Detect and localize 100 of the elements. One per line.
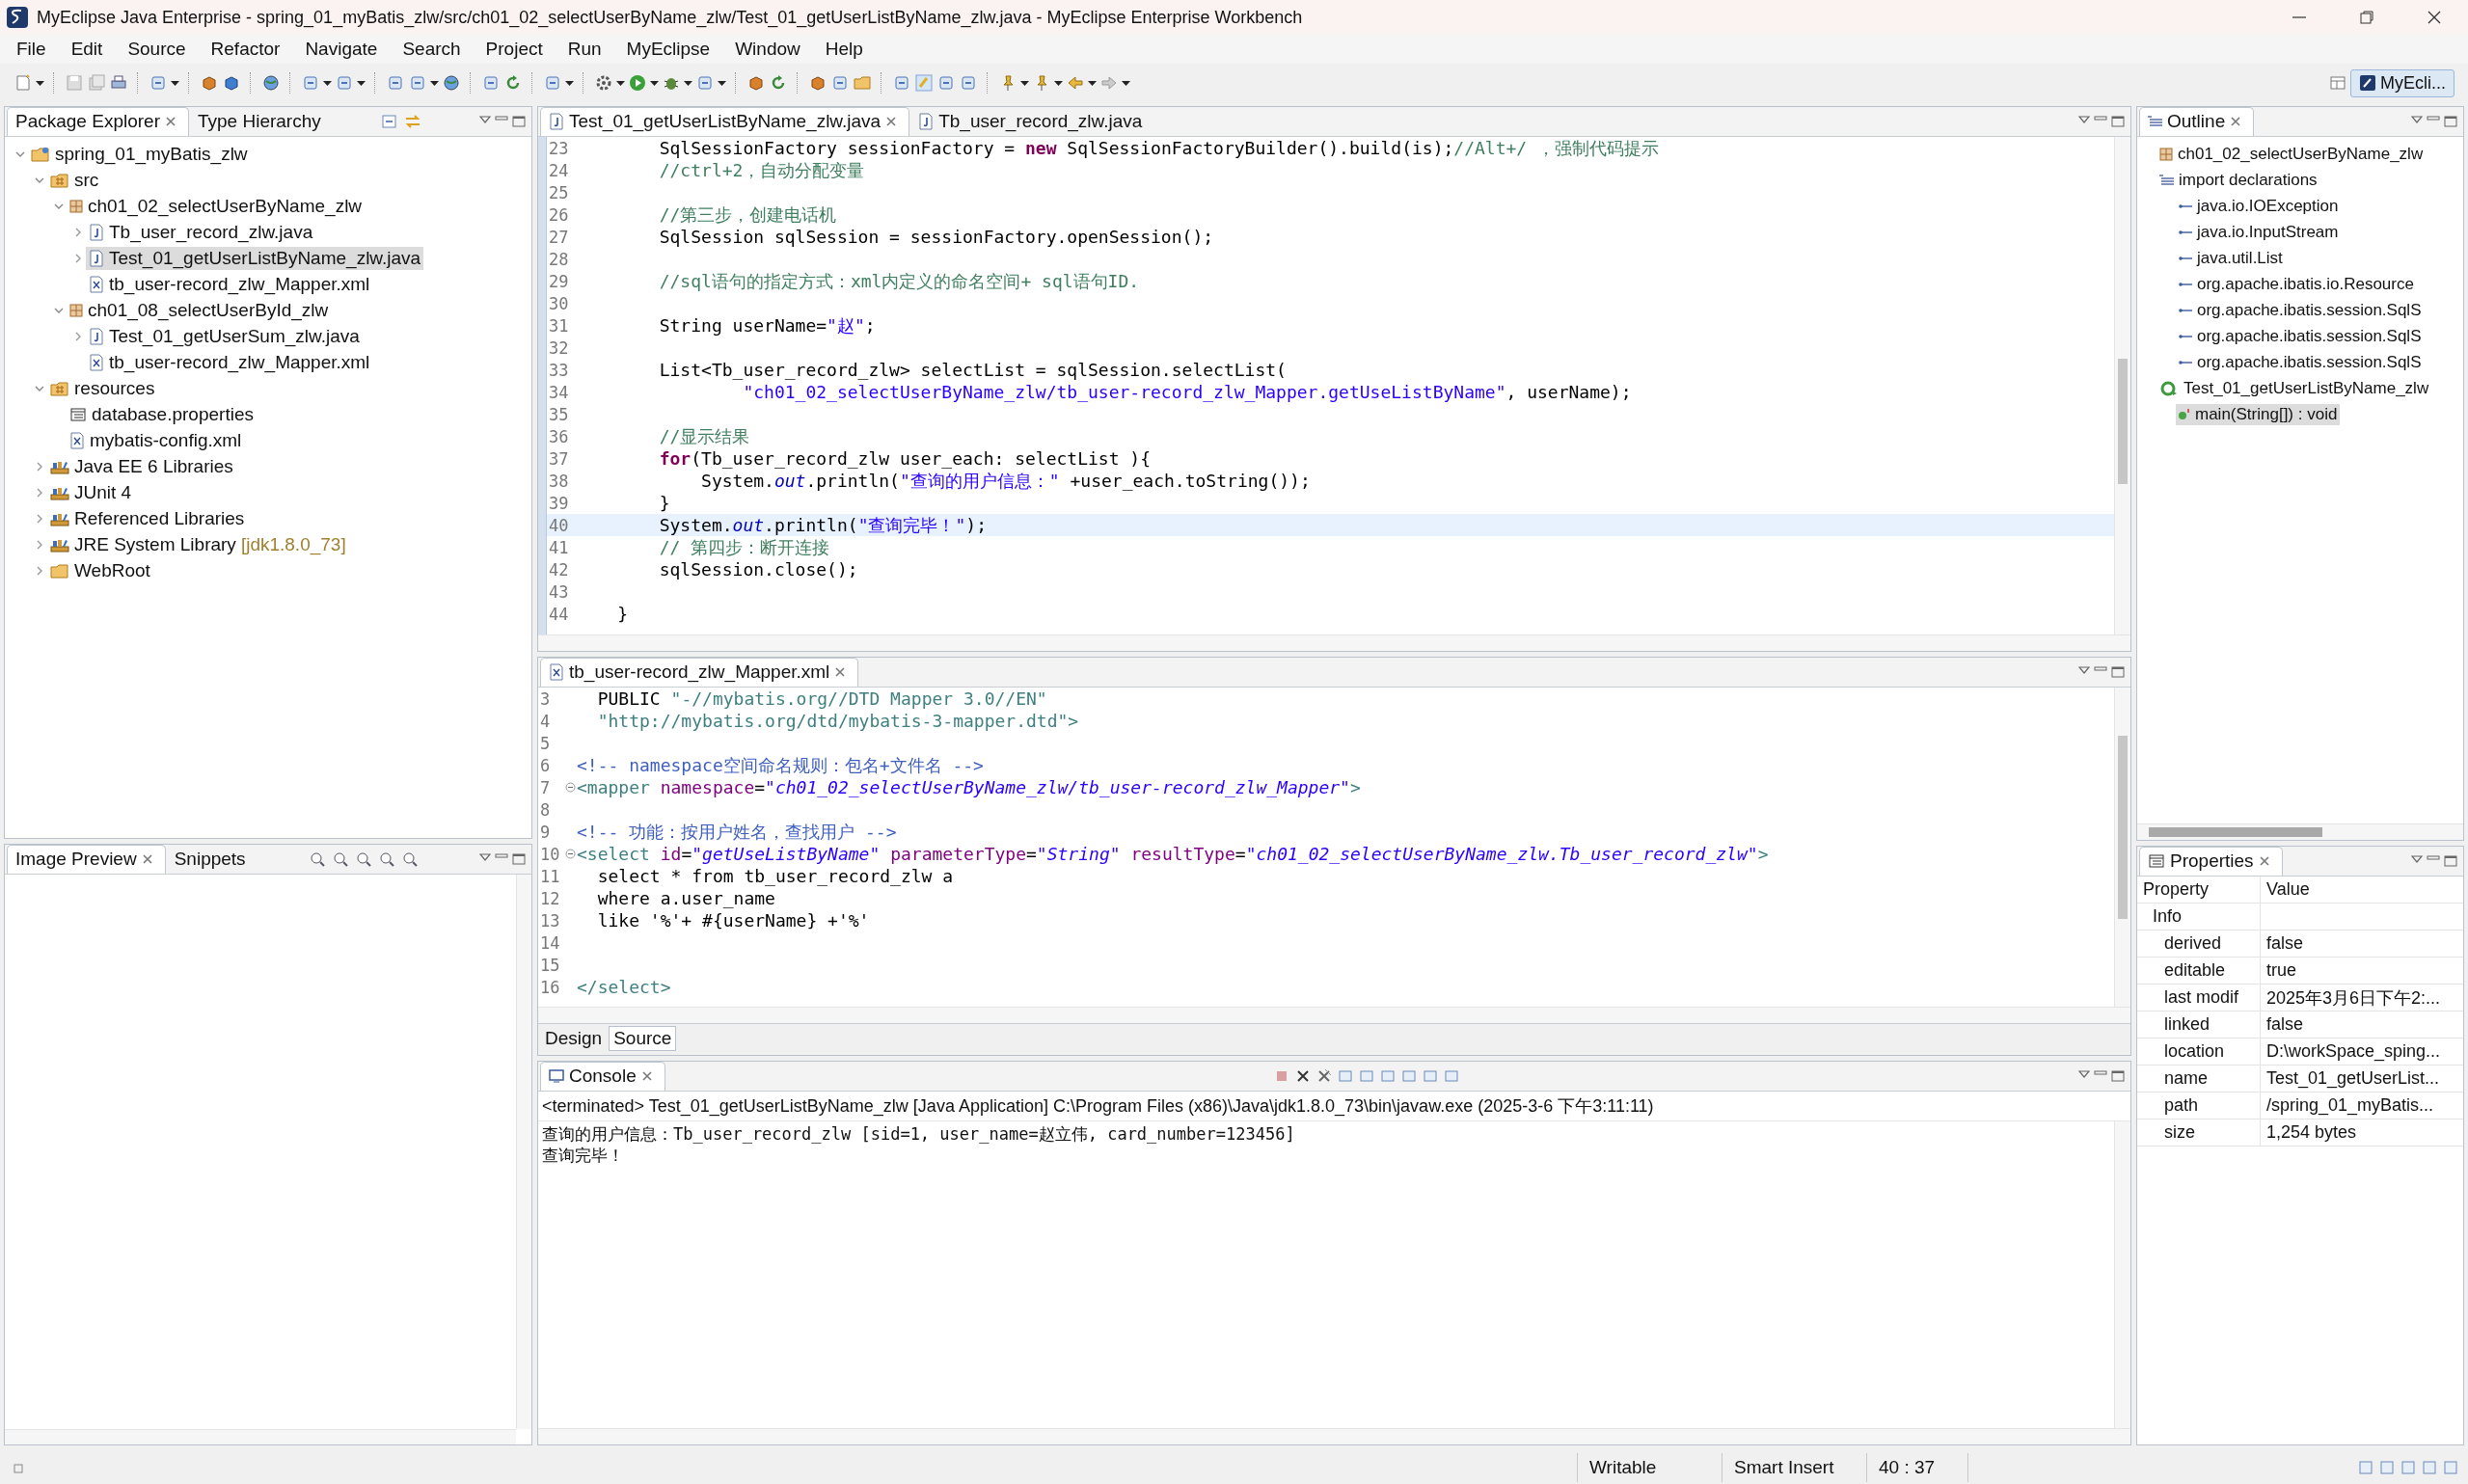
maximize-icon [2111, 116, 2125, 127]
tab[interactable]: Snippets [165, 845, 258, 874]
code-line: //第三步，创建电话机 [658, 202, 837, 227]
tab[interactable]: Outline [2139, 107, 2255, 136]
fold-toggle-icon[interactable] [565, 849, 576, 859]
tree-item[interactable]: Tb_user_record_zlw.java [86, 220, 316, 244]
tab[interactable]: Package Explorer [7, 107, 189, 136]
tree-item[interactable]: java.util.List [2176, 247, 2286, 269]
property-name: last modif [2164, 987, 2239, 1008]
table-icon [69, 405, 87, 423]
tab[interactable]: Properties [2139, 847, 2283, 876]
tab[interactable]: Console [540, 1062, 665, 1091]
editor-mode-tab[interactable]: Design [540, 1026, 608, 1051]
tree-item[interactable]: import declarations [2156, 169, 2320, 191]
scrollbar[interactable] [2114, 137, 2130, 634]
menu-item[interactable]: Refactor [198, 39, 293, 60]
link-icon [404, 113, 422, 130]
tree-item[interactable]: Test_01_getUserListByName_zlw.java [86, 246, 424, 270]
line-number: 32 [548, 337, 570, 358]
table-icon [2148, 852, 2165, 870]
tree-item[interactable]: ch01_02_selectUserByName_zlw [2156, 143, 2427, 165]
line-number: 27 [548, 227, 570, 247]
highlighter-icon [914, 73, 934, 93]
tree-item[interactable]: Java EE 6 Libraries [47, 454, 236, 478]
tree-item[interactable]: Referenced Libraries [47, 506, 248, 530]
tool-icon [386, 73, 405, 93]
menu-item[interactable]: Project [473, 39, 556, 60]
menu-item[interactable]: Help [812, 39, 876, 60]
close-icon [2427, 10, 2442, 25]
menu-item[interactable]: Run [555, 39, 614, 60]
tab[interactable]: Image Preview [7, 845, 166, 874]
scrollbar[interactable] [5, 1429, 516, 1444]
dash-icon [2179, 282, 2192, 286]
tree-item[interactable]: org.apache.ibatis.session.SqlS [2176, 351, 2425, 373]
tree-item[interactable]: database.properties [67, 402, 257, 426]
console-status: <terminated> Test_01_getUserListByName_zlw [Java Application] C:\Program Files (x86)\Java\jdk1.8.0_73\bin\javaw.exe (2025-3-6 下午3:11:11) [538, 1092, 2130, 1121]
tree-item[interactable]: java.io.IOException [2176, 195, 2342, 217]
tree-item[interactable]: JUnit 4 [47, 480, 135, 504]
code-line: System.out.println("查询完毕！"); [658, 513, 987, 537]
scrollbar[interactable] [516, 875, 531, 1429]
tree-item[interactable]: WebRoot [47, 558, 153, 582]
tree-item[interactable]: tb_user-record_zlw_Mapper.xml [86, 350, 373, 374]
fold-toggle-icon[interactable] [565, 782, 576, 793]
tool-icon [543, 73, 562, 93]
minimize-icon [2094, 116, 2107, 121]
menu-item[interactable]: Navigate [292, 39, 391, 60]
menu-item[interactable]: Search [390, 39, 474, 60]
tree-item[interactable]: mybatis-config.xml [67, 428, 245, 452]
property-value: false [2265, 1014, 2305, 1035]
scrollbar[interactable] [2114, 1121, 2130, 1428]
close-icon [2258, 855, 2270, 867]
line-number: 39 [548, 493, 570, 513]
tray-icon [2443, 1460, 2458, 1475]
tab[interactable]: Test_01_getUserListByName_zlw.java [540, 107, 910, 136]
menu-item[interactable]: Window [722, 39, 813, 60]
line-number: 30 [548, 293, 570, 313]
tab[interactable]: Tb_user_record_zlw.java [909, 107, 1155, 136]
line-number: 28 [548, 249, 570, 269]
view-menu-icon [2078, 666, 2090, 674]
tree-item[interactable]: org.apache.ibatis.session.SqlS [2176, 299, 2425, 321]
caret-icon [430, 80, 439, 86]
tree-item[interactable]: main(String[]) : void [2176, 403, 2341, 425]
menu-item[interactable]: File [4, 39, 59, 60]
tab[interactable]: Type Hierarchy [188, 107, 334, 136]
scrollbar[interactable] [538, 634, 2130, 651]
scrollbar[interactable] [538, 1007, 2130, 1023]
tree-item[interactable]: Test_01_getUserListByName_zlw [2156, 377, 2432, 399]
tree-item[interactable]: org.apache.ibatis.io.Resource [2176, 273, 2417, 295]
tab[interactable]: tb_user-record_zlw_Mapper.xml [540, 658, 859, 687]
line-number: 38 [548, 471, 570, 491]
menu-item[interactable]: Source [115, 39, 199, 60]
editor-mode-tab[interactable]: Source [609, 1026, 677, 1051]
scrollbar[interactable] [2114, 688, 2130, 1007]
tree-item[interactable]: java.io.InputStream [2176, 221, 2342, 243]
property-value: 1,254 bytes [2265, 1122, 2358, 1143]
zoom-icon [309, 850, 327, 868]
maximize-icon [2444, 855, 2457, 867]
list-icon [2159, 174, 2174, 186]
tree-item[interactable]: org.apache.ibatis.session.SqlS [2176, 325, 2425, 347]
tool-icon [936, 73, 956, 93]
code-line: PUBLIC "-//mybatis.org//DTD Mapper 3.0//EN" [596, 688, 1047, 709]
caret-icon [1020, 80, 1029, 86]
tree-item[interactable]: spring_01_myBatis_zlw [28, 142, 251, 166]
perspective-button[interactable]: MyEcli... [2350, 68, 2454, 97]
scrollbar[interactable] [2137, 823, 2463, 840]
line-number: 25 [548, 182, 570, 202]
menu-item[interactable]: MyEclipse [613, 39, 723, 60]
zoom-icon [332, 850, 350, 868]
tree-item[interactable]: ch01_08_selectUserById_zlw [67, 298, 332, 322]
property-name: name [2164, 1068, 2209, 1089]
tree-item[interactable]: tb_user-record_zlw_Mapper.xml [86, 272, 373, 296]
tree-item[interactable]: JRE System Library [jdk1.8.0_73] [47, 532, 349, 556]
code-line: <!-- namespace空间命名规则：包名+文件名 --> [577, 753, 984, 777]
console-output: 查询完毕！ [542, 1145, 625, 1166]
tree-item[interactable]: src [47, 168, 102, 192]
tree-item[interactable]: Test_01_getUserSum_zlw.java [86, 324, 363, 348]
tree-item[interactable]: ch01_02_selectUserByName_zlw [67, 194, 366, 218]
menu-item[interactable]: Edit [58, 39, 116, 60]
scrollbar[interactable] [538, 1428, 2130, 1444]
tree-item[interactable]: resources [47, 376, 158, 400]
